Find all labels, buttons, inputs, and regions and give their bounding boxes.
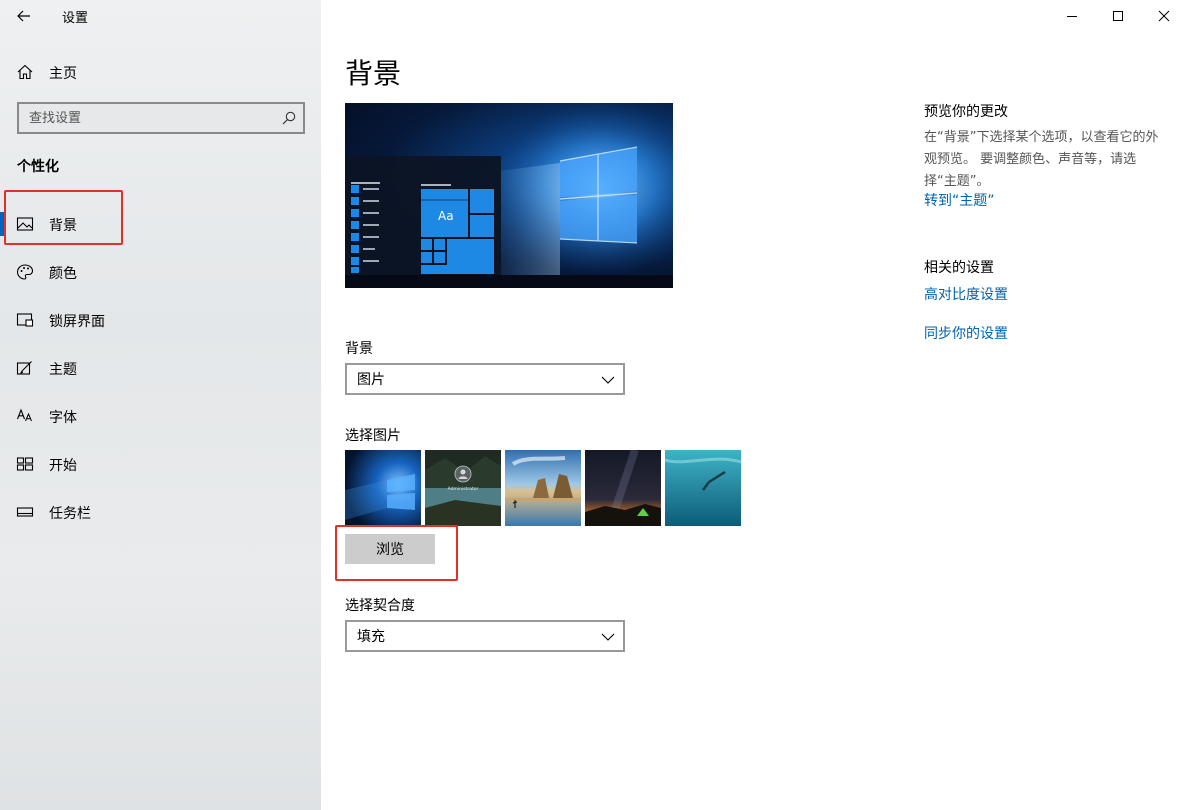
thumbnail-caption: Administrator	[448, 486, 479, 492]
related-settings-title: 相关的设置	[924, 260, 994, 276]
choose-picture-label: 选择图片	[345, 428, 401, 444]
preview-sample-text: Aa	[438, 209, 454, 223]
back-button[interactable]	[8, 4, 40, 28]
sidebar-item-label: 背景	[49, 218, 77, 234]
chevron-down-icon	[601, 633, 615, 641]
preview-changes-title: 预览你的更改	[924, 104, 1008, 120]
app-title: 设置	[62, 11, 89, 26]
search-input[interactable]	[19, 110, 269, 126]
desktop-preview: Aa	[345, 103, 673, 288]
palette-icon	[16, 264, 34, 280]
close-button[interactable]	[1141, 0, 1187, 32]
thumbnail-underwater-image	[665, 450, 741, 526]
page-title: 背景	[345, 57, 402, 90]
thumbnail-windows-light-image	[345, 450, 421, 526]
desktop-preview-graphic: Aa	[345, 103, 673, 288]
thumbnail-lake-lockscreen-image: Administrator	[425, 450, 501, 526]
sidebar: 设置 主页 个性化 背景 颜色 锁屏界面	[0, 0, 321, 810]
fit-select[interactable]: 填充	[345, 620, 625, 652]
font-icon	[16, 408, 32, 422]
thumbnail-windows-light[interactable]	[345, 450, 421, 526]
sidebar-item-label: 开始	[49, 458, 77, 474]
sidebar-item-background[interactable]: 背景	[0, 204, 321, 244]
start-grid-icon	[16, 457, 34, 471]
fit-label: 选择契合度	[345, 598, 415, 614]
sidebar-item-label: 主题	[49, 362, 77, 378]
sidebar-item-font[interactable]: 字体	[0, 396, 321, 436]
sidebar-item-start[interactable]: 开始	[0, 444, 321, 484]
sidebar-item-label: 颜色	[49, 266, 77, 282]
section-title: 个性化	[17, 159, 59, 175]
minimize-button[interactable]	[1049, 0, 1095, 32]
home-icon	[17, 64, 33, 80]
sidebar-item-theme[interactable]: 主题	[0, 348, 321, 388]
arrow-left-icon	[17, 10, 30, 22]
theme-brush-icon	[16, 361, 32, 375]
maximize-button[interactable]	[1095, 0, 1141, 32]
lock-screen-icon	[16, 313, 34, 327]
titlebar-left: 设置	[0, 0, 321, 32]
sidebar-item-label: 主页	[49, 66, 77, 82]
fit-value: 填充	[357, 629, 385, 645]
thumbnail-night-sky-image	[585, 450, 661, 526]
preview-changes-text: 在“背景”下选择某个选项，以查看它的外观预览。 要调整颜色、声音等，请选择“主题…	[924, 130, 1159, 189]
sidebar-item-label: 任务栏	[49, 506, 91, 522]
thumbnail-night-sky[interactable]	[585, 450, 661, 526]
picture-thumbnails: Administrator	[345, 450, 741, 526]
sync-settings-link[interactable]: 同步你的设置	[924, 323, 1008, 343]
sidebar-item-taskbar[interactable]: 任务栏	[0, 492, 321, 532]
background-type-value: 图片	[357, 372, 385, 388]
sidebar-item-color[interactable]: 颜色	[0, 252, 321, 292]
maximize-icon	[1113, 11, 1123, 21]
sidebar-item-label: 锁屏界面	[49, 314, 105, 330]
thumbnail-lake-lockscreen[interactable]: Administrator	[425, 450, 501, 526]
window-controls	[1049, 0, 1187, 32]
high-contrast-link[interactable]: 高对比度设置	[924, 284, 1008, 304]
browse-button[interactable]: 浏览	[345, 534, 435, 564]
chevron-down-icon	[601, 376, 615, 384]
thumbnail-beach-rocks-image	[505, 450, 581, 526]
sidebar-item-label: 字体	[49, 410, 77, 426]
minimize-icon	[1067, 16, 1077, 17]
background-type-label: 背景	[345, 341, 373, 357]
picture-icon	[16, 217, 34, 231]
taskbar-icon	[16, 507, 34, 517]
thumbnail-beach-rocks[interactable]	[505, 450, 581, 526]
sidebar-item-home[interactable]: 主页	[0, 56, 321, 88]
thumbnail-underwater[interactable]	[665, 450, 741, 526]
search-box[interactable]	[17, 102, 305, 134]
sidebar-item-lock-screen[interactable]: 锁屏界面	[0, 300, 321, 340]
search-icon[interactable]	[281, 110, 297, 126]
go-to-themes-link[interactable]: 转到“主题”	[924, 190, 995, 210]
background-type-select[interactable]: 图片	[345, 363, 625, 395]
close-icon	[1158, 10, 1170, 22]
